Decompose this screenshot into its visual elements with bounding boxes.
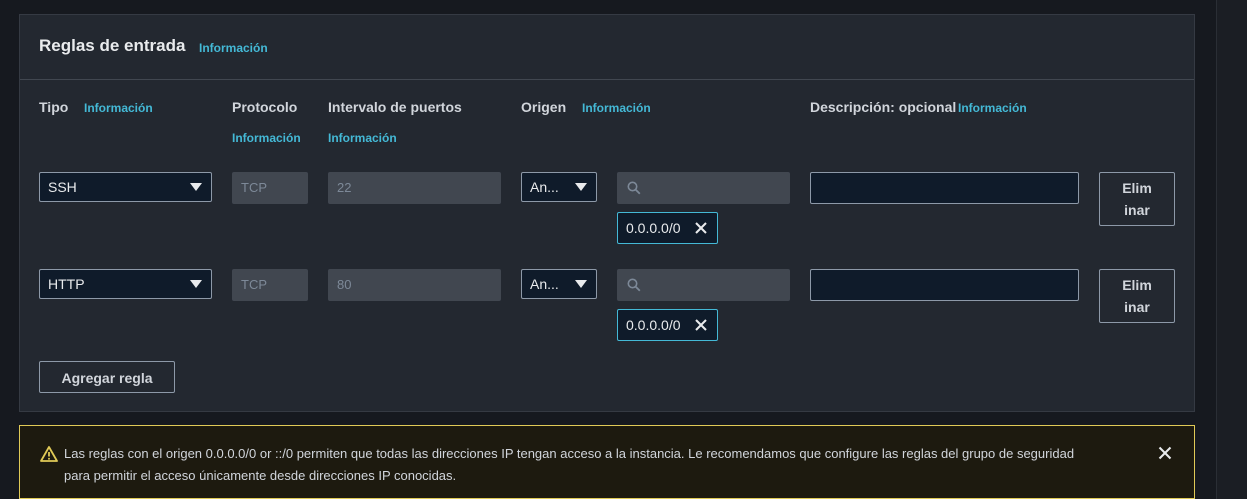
- rule-1-source-select-value: An...: [530, 179, 559, 195]
- rule-2-delete-button[interactable]: Elim inar: [1099, 269, 1175, 323]
- rule-1-source-token-label: 0.0.0.0/0: [626, 220, 681, 236]
- rule-2-type-value: HTTP: [48, 276, 85, 292]
- inbound-rules-panel: Reglas de entrada Información Tipo Infor…: [19, 14, 1195, 412]
- rule-1-port-field: 22: [328, 172, 501, 204]
- rule-2-protocol-field: TCP: [232, 269, 308, 301]
- caret-down-icon: [190, 183, 202, 191]
- caret-down-icon: [575, 183, 587, 191]
- warning-alert: Las reglas con el origen 0.0.0.0/0 or ::…: [19, 425, 1195, 499]
- protocol-info-link[interactable]: Información: [232, 131, 301, 145]
- rule-1-type-value: SSH: [48, 179, 77, 195]
- rule-1-description-input[interactable]: [810, 172, 1079, 204]
- remove-token-icon[interactable]: [694, 318, 708, 332]
- close-icon[interactable]: [1158, 446, 1172, 460]
- column-port-range-header: Intervalo de puertos: [328, 99, 462, 115]
- rule-1-source-token: 0.0.0.0/0: [617, 212, 718, 244]
- rule-2-source-search-input[interactable]: [617, 269, 790, 301]
- column-source-header: Origen: [521, 99, 567, 115]
- search-icon: [627, 278, 641, 292]
- rule-1-source-select[interactable]: An...: [521, 172, 597, 202]
- panel-title: Reglas de entrada: [39, 36, 186, 55]
- rule-2-type-select[interactable]: HTTP: [39, 269, 212, 299]
- rule-1-type-select[interactable]: SSH: [39, 172, 212, 202]
- type-info-link[interactable]: Información: [84, 101, 153, 115]
- rule-2-source-select-value: An...: [530, 276, 559, 292]
- warning-message: Las reglas con el origen 0.0.0.0/0 or ::…: [64, 446, 1075, 483]
- column-protocol-header: Protocolo: [232, 99, 298, 115]
- caret-down-icon: [575, 280, 587, 288]
- warning-icon: [40, 446, 58, 462]
- panel-header: Reglas de entrada Información: [20, 15, 1194, 80]
- source-info-link[interactable]: Información: [582, 101, 651, 115]
- remove-token-icon[interactable]: [694, 221, 708, 235]
- description-info-link[interactable]: Información: [958, 101, 1027, 115]
- rule-2-source-select[interactable]: An...: [521, 269, 597, 299]
- caret-down-icon: [190, 280, 202, 288]
- title-info-link[interactable]: Información: [199, 41, 268, 55]
- rule-1-delete-button[interactable]: Elim inar: [1099, 172, 1175, 226]
- column-type-header: Tipo: [39, 99, 69, 115]
- rule-1-source-search-input[interactable]: [617, 172, 790, 204]
- rule-2-source-token-label: 0.0.0.0/0: [626, 317, 681, 333]
- rule-2-description-input[interactable]: [810, 269, 1079, 301]
- rule-2-source-token: 0.0.0.0/0: [617, 309, 718, 341]
- rule-1-protocol-field: TCP: [232, 172, 308, 204]
- column-description-header: Descripción: opcional: [810, 99, 957, 115]
- page-scrollbar[interactable]: [1216, 0, 1247, 499]
- add-rule-button[interactable]: Agregar regla: [39, 361, 175, 393]
- port-range-info-link[interactable]: Información: [328, 131, 397, 145]
- search-icon: [627, 181, 641, 195]
- rule-2-port-field: 80: [328, 269, 501, 301]
